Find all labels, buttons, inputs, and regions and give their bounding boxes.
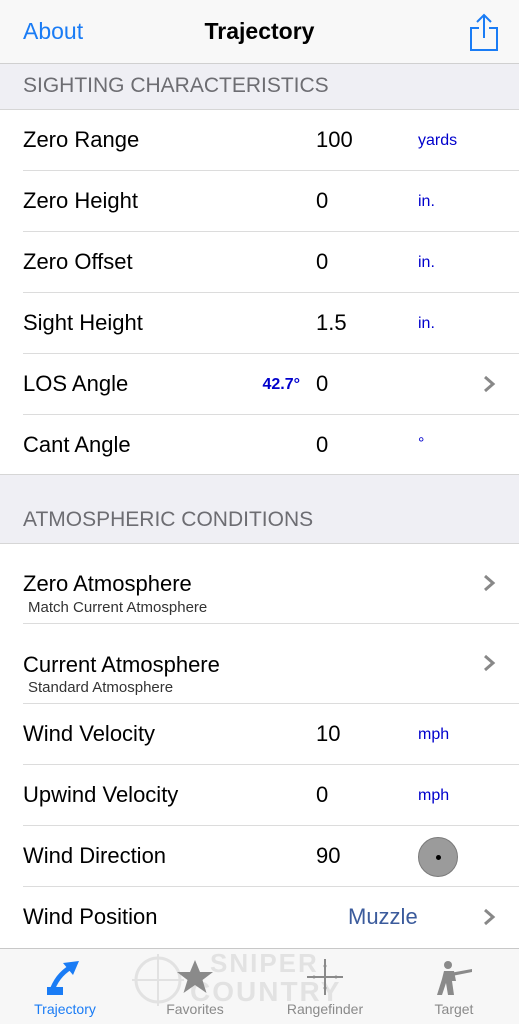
section-title: SIGHTING CHARACTERISTICS [23,74,329,97]
unit-label: in. [418,193,435,210]
chevron-right-icon [484,654,496,672]
cant-angle-value[interactable]: 0 [316,432,328,458]
chevron-right-icon [484,375,496,393]
watermark-crosshair-icon [132,954,184,1006]
row-subtitle: Standard Atmosphere [28,679,174,696]
row-zero-range[interactable]: Zero Range 100 yards [0,110,519,171]
unit-label: mph [418,726,450,743]
wind-position-value[interactable]: Muzzle [348,904,418,930]
section-title: ATMOSPHERIC CONDITIONS [23,508,314,531]
chevron-right-icon [484,908,496,926]
unit-label: in. [418,315,435,332]
row-label: Zero Atmosphere [23,571,192,596]
row-label: Sight Height [23,310,143,335]
watermark-logo: SNIPER COUNTRY [130,948,390,1008]
section-header-sighting: SIGHTING CHARACTERISTICS [0,64,519,110]
wind-velocity-value[interactable]: 10 [316,721,340,747]
tab-target[interactable]: Target [389,949,519,1025]
row-label: Wind Position [23,904,158,929]
row-label: LOS Angle [23,371,129,396]
row-label: Current Atmosphere [23,652,220,677]
unit-label: yards [418,132,458,149]
tab-trajectory[interactable]: Trajectory [0,949,130,1025]
row-current-atmosphere[interactable]: Current Atmosphere Standard Atmosphere [0,624,519,704]
unit-label: mph [418,787,450,804]
row-sight-height[interactable]: Sight Height 1.5 in. [0,293,519,354]
tab-label: Target [434,1001,474,1017]
row-label: Zero Height [23,188,138,213]
tab-label: Trajectory [34,1001,96,1017]
row-zero-offset[interactable]: Zero Offset 0 in. [0,232,519,293]
los-angle-value[interactable]: 0 [316,371,328,397]
unit-label: ° [418,435,425,452]
row-zero-atmosphere[interactable]: Zero Atmosphere Match Current Atmosphere [0,544,519,624]
row-label: Zero Offset [23,249,133,274]
share-icon[interactable] [469,12,499,52]
row-los-angle[interactable]: LOS Angle 42.7° 0 [0,354,519,415]
row-label: Cant Angle [23,432,131,457]
dial-center-dot [436,855,441,860]
row-label: Upwind Velocity [23,782,179,807]
row-wind-direction[interactable]: Wind Direction 90 [0,826,519,887]
row-subtitle: Match Current Atmosphere [28,599,208,616]
unit-label: in. [418,254,435,271]
page-title: Trajectory [204,18,315,44]
row-wind-position[interactable]: Wind Position Muzzle [0,887,519,948]
zero-height-value[interactable]: 0 [316,188,328,214]
row-upwind-velocity[interactable]: Upwind Velocity 0 mph [0,765,519,826]
los-angle-badge: 42.7° [262,376,300,393]
navigation-bar: About Trajectory [0,0,519,64]
zero-range-value[interactable]: 100 [316,127,353,153]
wind-direction-dial[interactable] [418,837,458,877]
row-wind-velocity[interactable]: Wind Velocity 10 mph [0,704,519,765]
chevron-right-icon [484,574,496,592]
row-label: Wind Direction [23,843,167,868]
row-label: Wind Velocity [23,721,156,746]
sight-height-value[interactable]: 1.5 [316,310,347,336]
section-header-atmospheric: ATMOSPHERIC CONDITIONS [0,474,519,544]
rifleman-icon [437,961,472,995]
row-zero-height[interactable]: Zero Height 0 in. [0,171,519,232]
row-label: Zero Range [23,127,140,152]
watermark-line1: SNIPER [210,948,319,978]
trajectory-arrow-icon [47,961,79,995]
wind-direction-value[interactable]: 90 [316,843,340,869]
watermark-line2: COUNTRY [190,976,342,1007]
zero-offset-value[interactable]: 0 [316,249,328,275]
row-cant-angle[interactable]: Cant Angle 0 ° [0,415,519,474]
upwind-velocity-value[interactable]: 0 [316,782,328,808]
